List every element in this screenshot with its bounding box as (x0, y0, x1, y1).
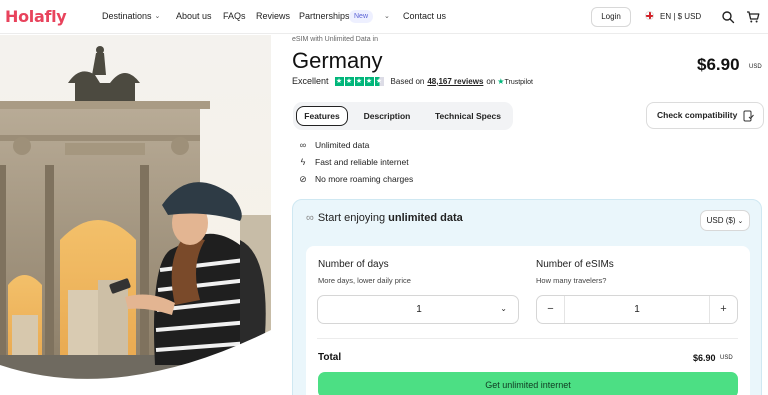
days-label: Number of days (318, 259, 389, 270)
on-text: on (486, 76, 496, 86)
tab-technical-specs[interactable]: Technical Specs (427, 106, 509, 126)
chevron-down-icon: ⌄ (500, 304, 507, 313)
half-star-icon: ★ (374, 76, 384, 86)
nav-destinations[interactable]: Destinations ⌄ (102, 11, 160, 21)
chevron-down-icon: ⌄ (737, 218, 744, 225)
purchase-title: ∞ Start enjoying unlimited data (306, 212, 463, 224)
nav-destinations-label: Destinations (102, 11, 152, 21)
feature-fast-internet: ϟ Fast and reliable internet (297, 157, 409, 167)
purchase-title-bold: unlimited data (388, 212, 463, 224)
price-currency: USD (749, 64, 762, 70)
increment-button[interactable]: + (709, 296, 737, 323)
decrement-button[interactable]: − (537, 296, 565, 323)
currency-select-value: USD ($) (706, 216, 736, 225)
check-compatibility-button[interactable]: Check compatibility (646, 102, 764, 129)
esims-label: Number of eSIMs (536, 259, 614, 270)
trustpilot-logo: ★Trustpilot (497, 77, 533, 86)
trustpilot-label: Trustpilot (504, 78, 533, 86)
page-title: Germany (292, 48, 383, 73)
divider (317, 338, 738, 339)
phone-check-icon (743, 110, 754, 122)
trustpilot-stars: ★ ★ ★ ★ ★ (334, 76, 385, 86)
esims-sublabel: How many travelers? (536, 276, 607, 285)
star-icon: ★ (354, 76, 364, 86)
feature-text: Fast and reliable internet (315, 157, 409, 167)
product-eyebrow: eSIM with Unlimited Data in (292, 36, 378, 43)
days-value: 1 (416, 304, 422, 315)
nav-partnerships[interactable]: Partnerships (299, 11, 350, 21)
product-price: $6.90 (697, 55, 740, 74)
feature-text: Unlimited data (315, 140, 370, 150)
partnerships-chevron-icon[interactable]: ⌄ (381, 11, 390, 21)
star-icon: ★ (344, 76, 354, 86)
cart-icon[interactable] (746, 10, 760, 24)
star-icon: ★ (364, 76, 374, 86)
tab-features[interactable]: Features (296, 106, 348, 126)
check-compatibility-label: Check compatibility (657, 110, 738, 120)
infinity-icon: ∞ (306, 212, 314, 224)
lightning-icon: ϟ (300, 157, 306, 167)
holafly-logo[interactable]: Holafly (5, 7, 67, 26)
total-value: $6.90 (693, 353, 716, 363)
nav-about-us[interactable]: About us (176, 11, 212, 21)
search-icon[interactable] (721, 10, 735, 24)
infinity-icon: ∞ (299, 140, 307, 150)
currency-select[interactable]: USD ($) ⌄ (700, 210, 750, 231)
purchase-title-prefix: Start enjoying (317, 212, 386, 224)
total-currency: USD (720, 355, 733, 361)
new-badge: New (349, 10, 374, 23)
rating-label: Excellent (292, 76, 329, 86)
feature-text: No more roaming charges (315, 174, 414, 184)
days-select[interactable]: 1 ⌄ (317, 295, 519, 324)
esims-value[interactable]: 1 (565, 304, 709, 315)
feature-unlimited-data: ∞ Unlimited data (297, 140, 370, 150)
feature-no-roaming: ⊘ No more roaming charges (297, 174, 413, 185)
chevron-down-icon: ⌄ (154, 13, 161, 20)
nav-reviews[interactable]: Reviews (256, 11, 290, 21)
reviews-count-link[interactable]: 48,167 reviews (427, 77, 483, 86)
language-currency-selector[interactable]: EN | $ USD (645, 11, 701, 21)
no-roaming-icon: ⊘ (299, 174, 307, 184)
hero-image-traveler-at-gate (0, 35, 271, 395)
product-tabs: Features Description Technical Specs (293, 102, 513, 130)
get-unlimited-internet-button[interactable]: Get unlimited internet (318, 372, 738, 395)
rating-row: Excellent ★ ★ ★ ★ ★ Based on 48,167 revi… (292, 76, 533, 86)
days-sublabel: More days, lower daily price (318, 276, 411, 285)
nav-contact-us[interactable]: Contact us (403, 11, 446, 21)
tab-description[interactable]: Description (353, 106, 421, 126)
flag-icon (645, 11, 654, 20)
total-label: Total (318, 352, 342, 363)
star-icon: ★ (334, 76, 344, 86)
based-on-text: Based on (390, 76, 425, 86)
top-navigation: Holafly Destinations ⌄ About us FAQs Revi… (0, 0, 768, 34)
esims-stepper: − 1 + (536, 295, 738, 324)
language-label: EN | $ USD (660, 12, 702, 21)
login-button[interactable]: Login (591, 7, 631, 27)
nav-faqs[interactable]: FAQs (223, 11, 246, 21)
